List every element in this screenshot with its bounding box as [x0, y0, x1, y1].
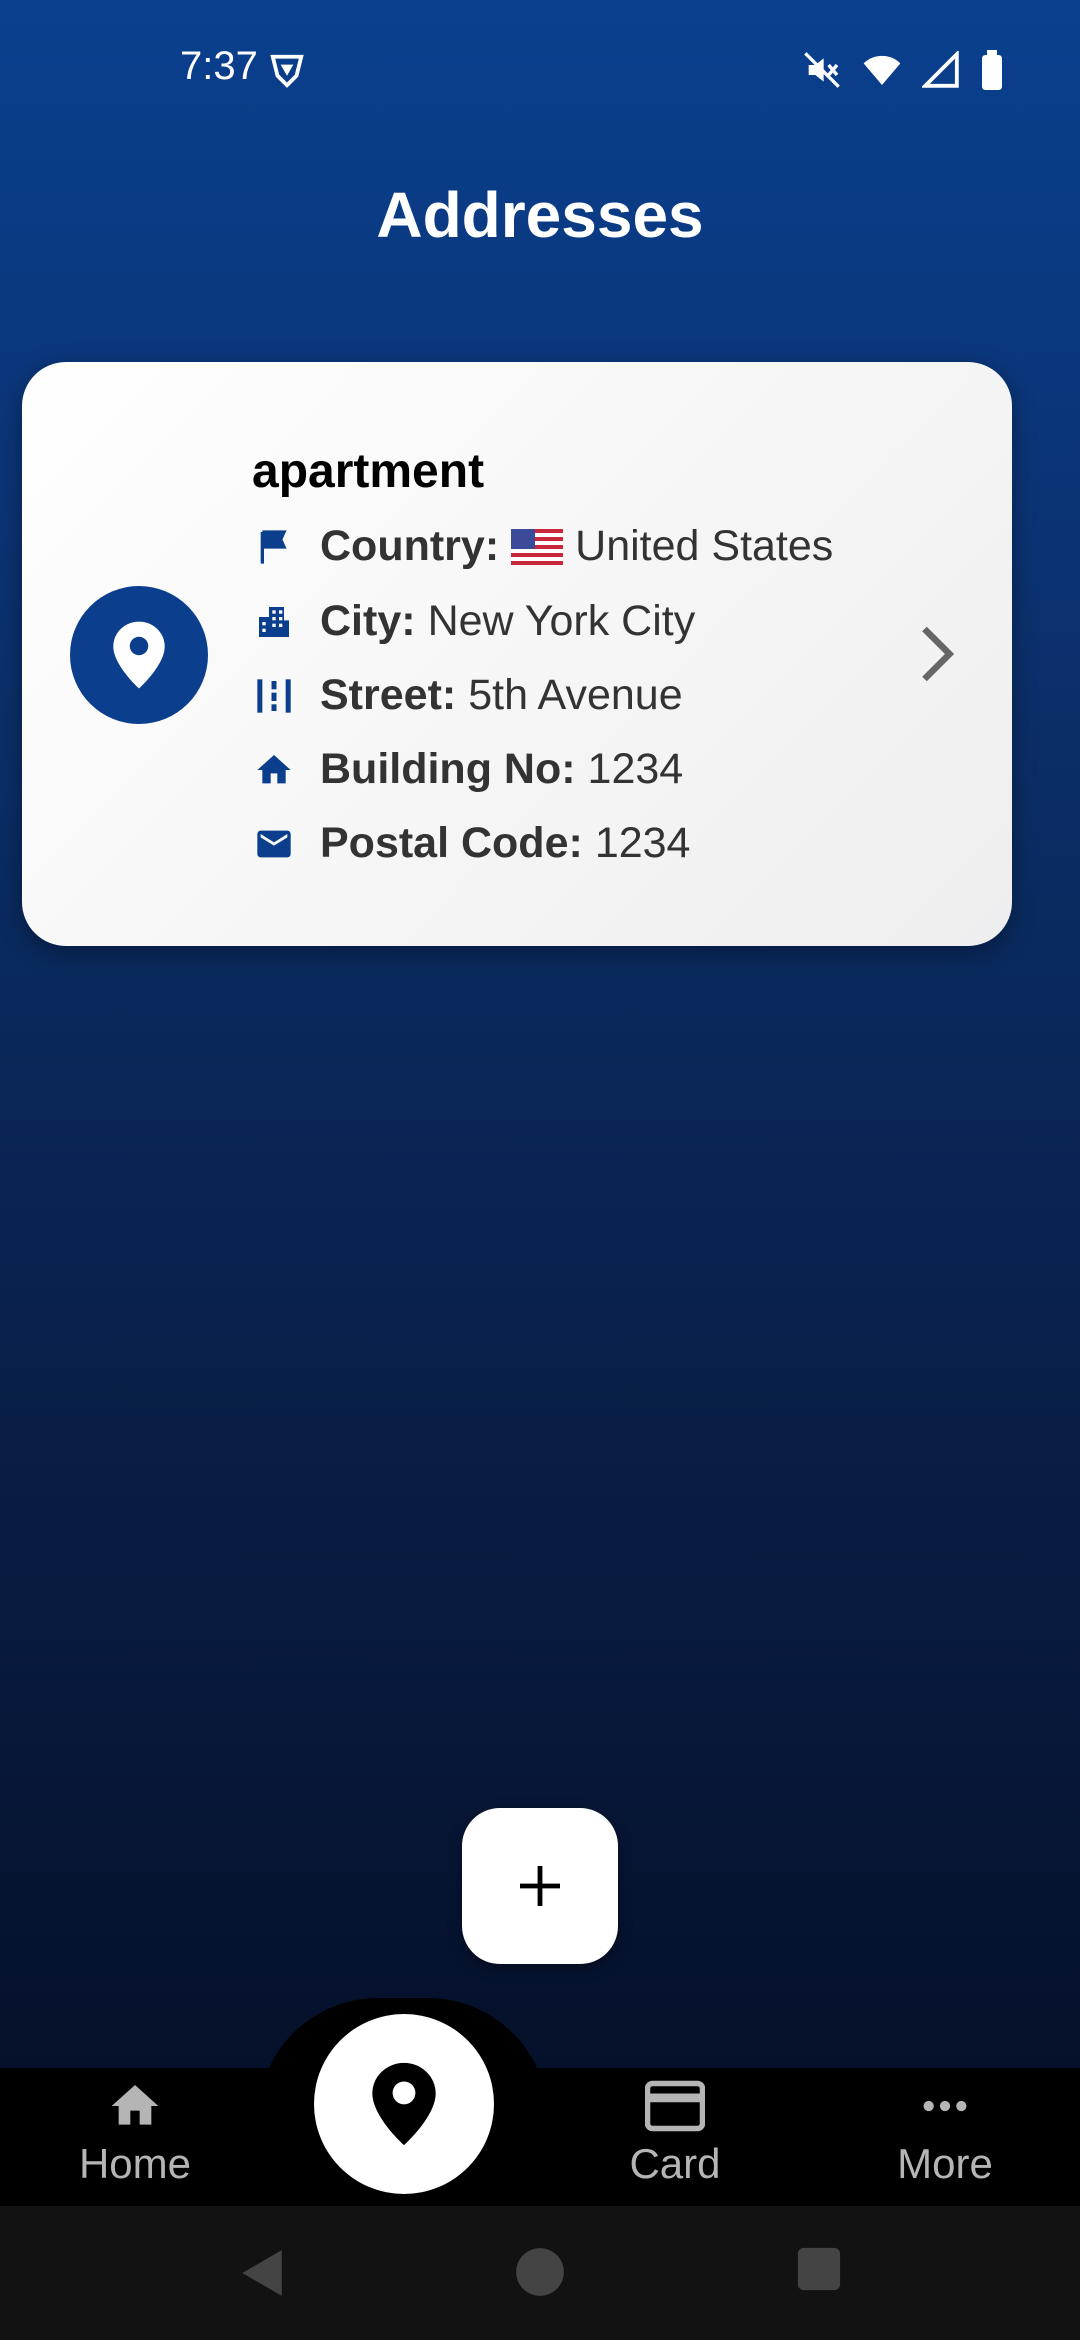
field-label: City:: [320, 597, 416, 645]
field-value: United States: [575, 522, 834, 570]
nav-more-label: More: [897, 2140, 993, 2187]
signal-icon: [922, 51, 959, 88]
system-nav-bar: [0, 2206, 1080, 2340]
field-label: Postal Code:: [320, 819, 583, 867]
address-card[interactable]: apartment Country: United States City: N…: [22, 362, 1012, 946]
field-postal-code: Postal Code: 1234: [252, 819, 690, 868]
battery-icon: [982, 50, 1002, 90]
nav-addresses[interactable]: [314, 2014, 494, 2194]
city-icon: [252, 600, 296, 644]
home-icon: [111, 2085, 159, 2125]
chevron-right-icon[interactable]: [914, 624, 960, 684]
back-icon[interactable]: [236, 2246, 286, 2300]
nav-more[interactable]: More: [845, 2078, 1045, 2188]
page-title: Addresses: [376, 179, 704, 251]
nav-card-label: Card: [629, 2140, 721, 2187]
field-label: Building No:: [320, 745, 576, 793]
mail-icon: [252, 822, 296, 866]
nav-home[interactable]: Home: [35, 2078, 235, 2188]
status-time: 7:37: [180, 44, 258, 88]
field-city: City: New York City: [252, 597, 695, 646]
street-icon: [252, 674, 296, 718]
address-title: apartment: [252, 445, 485, 498]
wifi-icon: [863, 55, 901, 85]
card-icon: [645, 2080, 705, 2132]
recents-icon[interactable]: [796, 2246, 842, 2292]
flag-icon: [252, 525, 296, 569]
field-label: Country:: [320, 522, 500, 570]
mute-icon: [804, 52, 840, 88]
home-icon: [252, 748, 296, 792]
nav-card[interactable]: Card: [575, 2078, 775, 2188]
location-pin-icon: [113, 621, 165, 689]
more-icon: [923, 2100, 967, 2112]
plus-icon: [520, 1866, 560, 1906]
field-label: Street:: [320, 671, 457, 719]
home-circle-icon[interactable]: [514, 2246, 566, 2298]
field-value: 5th Avenue: [468, 671, 683, 719]
field-value: 1234: [594, 819, 691, 867]
status-bar: 7:37: [0, 0, 1080, 140]
address-avatar: [70, 586, 208, 724]
location-pin-icon: [372, 2062, 436, 2146]
field-country: Country: United States: [252, 522, 833, 571]
field-value: 1234: [587, 745, 684, 793]
field-building: Building No: 1234: [252, 745, 683, 794]
add-address-button[interactable]: [462, 1808, 618, 1964]
nav-home-label: Home: [78, 2140, 192, 2187]
field-street: Street: 5th Avenue: [252, 671, 683, 720]
field-value: New York City: [427, 597, 696, 645]
vpn-shield-icon: [270, 54, 304, 88]
us-flag-icon: [511, 528, 564, 565]
